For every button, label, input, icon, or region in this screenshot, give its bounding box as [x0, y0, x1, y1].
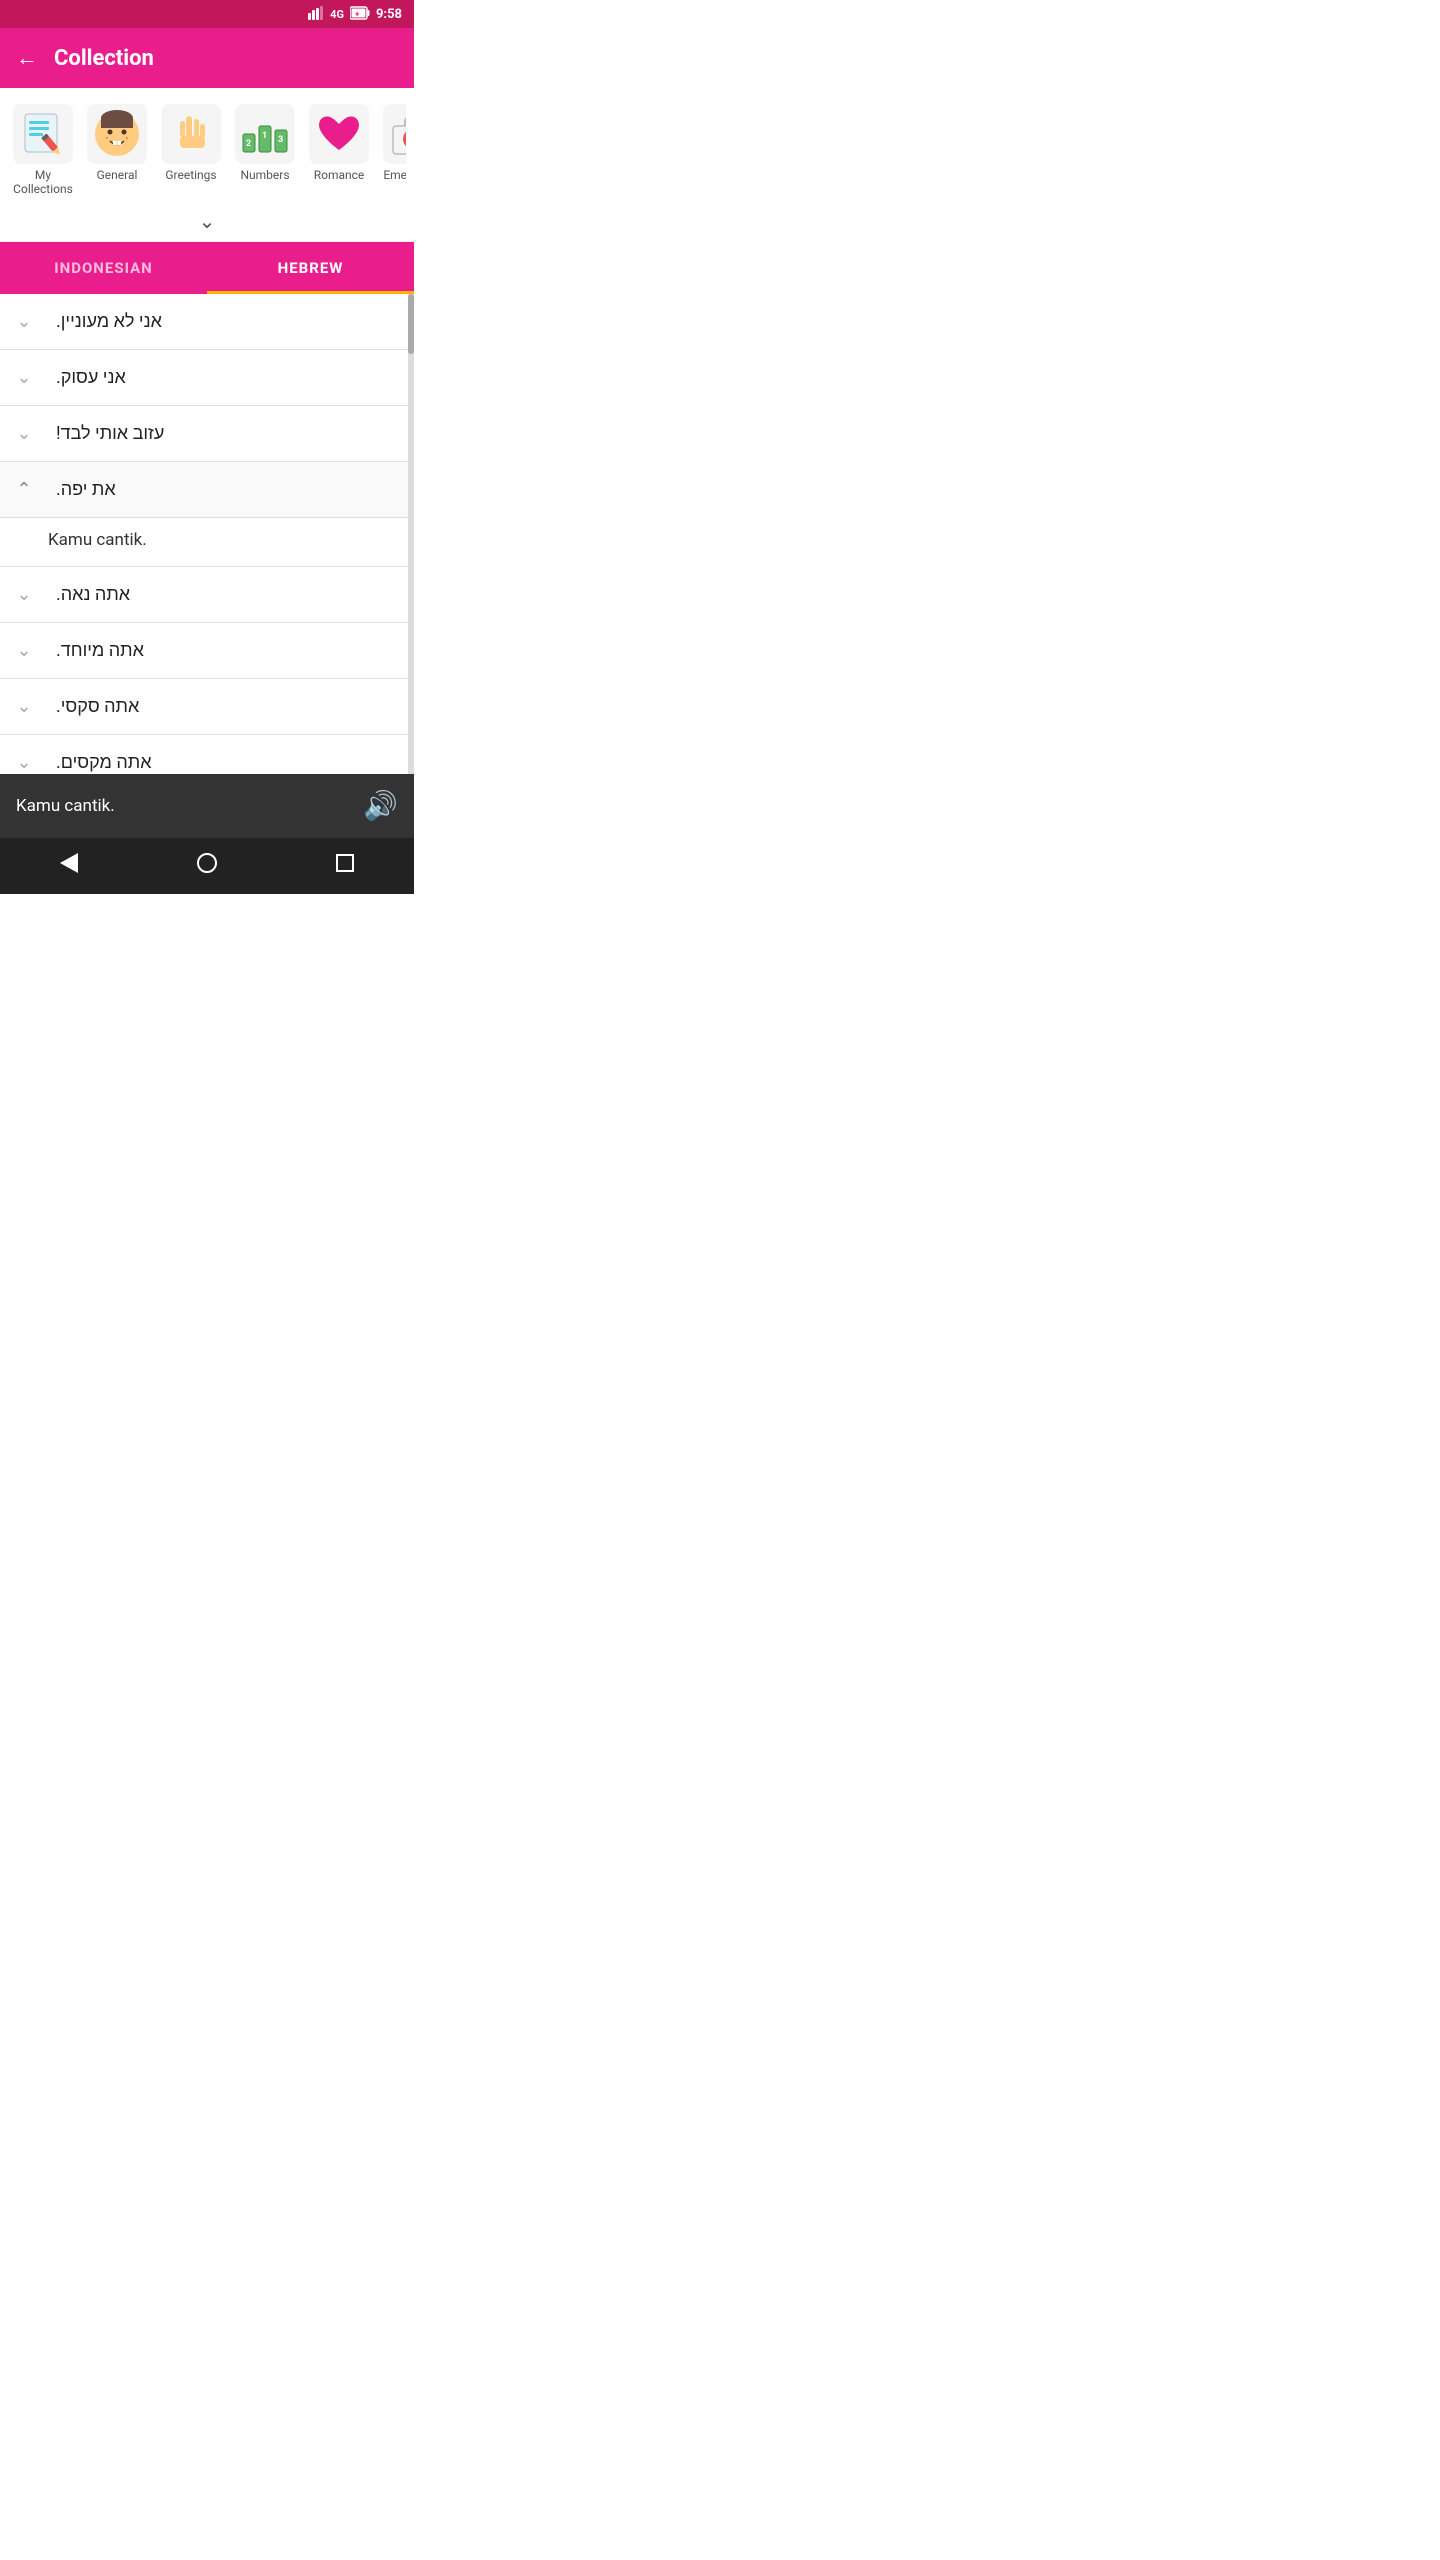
- category-item-emergency[interactable]: Emergency: [378, 104, 406, 197]
- category-item-general[interactable]: General: [82, 104, 152, 197]
- back-triangle-icon: [60, 853, 78, 873]
- category-row: My Collections: [8, 104, 406, 205]
- phrase-hebrew: אני לא מעוניין.: [48, 294, 414, 349]
- row-toggle[interactable]: ⌄: [0, 567, 48, 622]
- phrase-hebrew: עזוב אותי לבד!: [48, 406, 414, 461]
- table-row[interactable]: ⌄ אתה סקסי.: [0, 679, 414, 735]
- header-title: Collection: [54, 46, 154, 71]
- svg-text:3: 3: [278, 135, 283, 145]
- romance-icon: [309, 104, 369, 164]
- player-phrase-text: Kamu cantik.: [16, 796, 115, 816]
- numbers-icon: 2 1 3: [235, 104, 295, 164]
- nav-back-button[interactable]: [36, 845, 102, 887]
- row-toggle[interactable]: ⌄: [0, 679, 48, 734]
- speaker-icon[interactable]: 🔊: [363, 789, 398, 822]
- nav-bar: [0, 838, 414, 894]
- recent-square-icon: [336, 854, 354, 872]
- table-row[interactable]: ⌄ אני לא מעוניין.: [0, 294, 414, 350]
- translation-text: Kamu cantik.: [48, 530, 147, 550]
- category-item-numbers[interactable]: 2 1 3 Numbers: [230, 104, 300, 197]
- bottom-player: Kamu cantik. 🔊: [0, 774, 414, 838]
- category-section: My Collections: [0, 88, 414, 242]
- row-toggle[interactable]: ⌃: [0, 462, 48, 517]
- row-toggle[interactable]: ⌄: [0, 406, 48, 461]
- category-item-greetings[interactable]: Greetings: [156, 104, 226, 197]
- home-circle-icon: [197, 853, 217, 873]
- category-label-greetings: Greetings: [165, 168, 216, 182]
- table-row[interactable]: ⌄ אתה מקסים.: [0, 735, 414, 774]
- phrase-hebrew: את יפה.: [48, 462, 414, 517]
- battery-icon: +: [350, 6, 370, 23]
- table-row[interactable]: ⌄ עזוב אותי לבד!: [0, 406, 414, 462]
- table-row[interactable]: ⌄ אני עסוק.: [0, 350, 414, 406]
- translation-row: Kamu cantik.: [0, 518, 414, 567]
- category-label-my-collections: My Collections: [8, 168, 78, 197]
- category-label-numbers: Numbers: [240, 168, 289, 182]
- network-label: 4G: [330, 8, 344, 21]
- scrollbar-track: [408, 294, 414, 774]
- phrase-hebrew: אני עסוק.: [48, 350, 414, 405]
- category-label-general: General: [97, 168, 138, 182]
- status-bar: 4G + 9:58: [0, 0, 414, 28]
- phrase-hebrew: אתה מיוחד.: [48, 623, 414, 678]
- svg-text:+: +: [355, 10, 360, 19]
- table-row[interactable]: ⌄ אתה נאה.: [0, 567, 414, 623]
- row-toggle[interactable]: ⌄: [0, 623, 48, 678]
- category-item-romance[interactable]: Romance: [304, 104, 374, 197]
- row-toggle[interactable]: ⌄: [0, 294, 48, 349]
- tab-indonesian[interactable]: INDONESIAN: [0, 242, 207, 294]
- tab-hebrew[interactable]: HEBREW: [207, 242, 414, 294]
- scrollbar-thumb[interactable]: [408, 294, 414, 354]
- nav-recent-button[interactable]: [312, 846, 378, 886]
- row-toggle[interactable]: ⌄: [0, 735, 48, 774]
- category-label-emergency: Emergency: [383, 168, 406, 182]
- expand-categories-icon[interactable]: ⌄: [8, 209, 406, 233]
- back-button[interactable]: ←: [16, 45, 38, 71]
- svg-text:2: 2: [246, 139, 251, 149]
- phrase-hebrew: אתה סקסי.: [48, 679, 414, 734]
- nav-home-button[interactable]: [173, 845, 241, 887]
- my-collections-icon: [13, 104, 73, 164]
- table-row[interactable]: ⌃ את יפה.: [0, 462, 414, 518]
- phrase-hebrew: אתה נאה.: [48, 567, 414, 622]
- greetings-icon: [161, 104, 221, 164]
- general-icon: [87, 104, 147, 164]
- category-label-romance: Romance: [314, 168, 365, 182]
- phrase-list: ⌄ אני לא מעוניין. ⌄ אני עסוק. ⌄ עזוב אות…: [0, 294, 414, 774]
- row-toggle[interactable]: ⌄: [0, 350, 48, 405]
- table-row[interactable]: ⌄ אתה מיוחד.: [0, 623, 414, 679]
- phrase-hebrew: אתה מקסים.: [48, 735, 414, 774]
- svg-text:1: 1: [262, 131, 267, 141]
- tab-bar: INDONESIAN HEBREW: [0, 242, 414, 294]
- category-item-my-collections[interactable]: My Collections: [8, 104, 78, 197]
- emergency-icon: [383, 104, 406, 164]
- network-icon: [308, 6, 324, 23]
- time-display: 9:58: [376, 7, 402, 22]
- header: ← Collection: [0, 28, 414, 88]
